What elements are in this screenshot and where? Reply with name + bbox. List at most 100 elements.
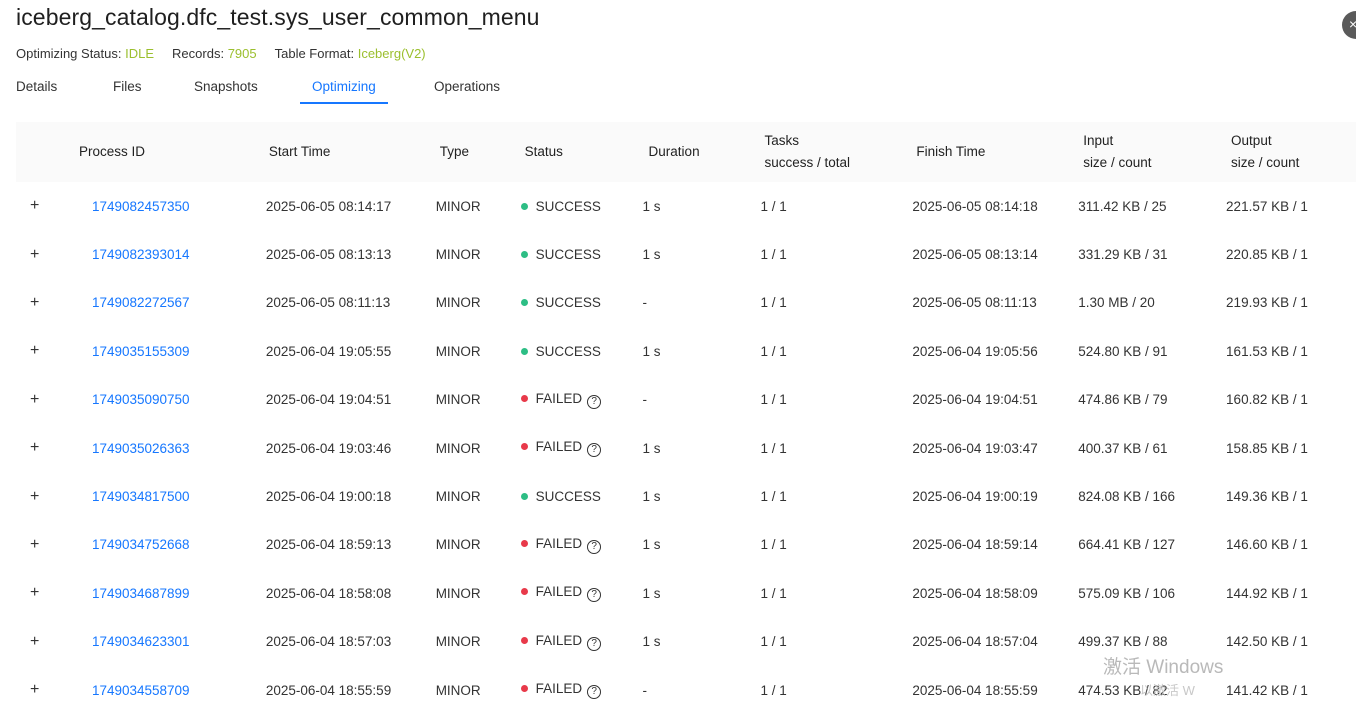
process-id-cell: 1749034817500 <box>76 472 266 520</box>
help-circle-icon[interactable]: ? <box>587 394 602 409</box>
expand-row-button[interactable]: + <box>30 536 39 553</box>
status-dot-icon <box>520 685 528 693</box>
status-dot-icon <box>520 636 528 644</box>
table-row: +1749082457350 2025-06-05 08:14:17 MINOR SU… <box>16 182 1356 230</box>
page-title: iceberg_catalog.dfc_test.sys_user_common… <box>16 4 540 30</box>
help-circle-icon[interactable]: ? <box>587 588 602 603</box>
table-row: +1749035026363 2025-06-04 19:03:46 MINOR FA… <box>16 424 1356 472</box>
process-id-link[interactable]: 1749034687899 <box>92 586 190 601</box>
help-circle-icon[interactable]: ? <box>587 539 602 554</box>
input-cell: 474.86 KB / 79 <box>1078 392 1168 408</box>
status-text: SUCCESS <box>535 198 601 214</box>
table-row: +1749082272567 2025-06-05 08:11:13 MINOR SU… <box>16 279 1356 327</box>
expand-row-button[interactable]: + <box>30 488 39 505</box>
expand-cell: + <box>16 182 76 230</box>
help-circle-icon[interactable]: ? <box>587 443 602 458</box>
process-id-link[interactable]: 1749082393014 <box>92 247 190 262</box>
col-output: Output size / count <box>1226 122 1356 182</box>
expand-row-button[interactable]: + <box>30 391 39 408</box>
type-cell: MINOR <box>435 682 481 698</box>
tab-optimizing[interactable]: Optimizing <box>300 76 388 104</box>
table-row: +1749034558709 2025-06-04 18:55:59 MINOR FA… <box>16 666 1356 712</box>
start-time-cell: 2025-06-04 18:58:08 <box>265 585 392 601</box>
expand-row-button[interactable]: + <box>30 439 39 456</box>
status-dot-icon <box>520 493 528 501</box>
duration-cell: 1 s <box>642 537 661 553</box>
process-id-link[interactable]: 1749035090750 <box>92 392 190 407</box>
output-cell: 141.42 KB / 1 <box>1226 682 1308 698</box>
start-time-cell: 2025-06-04 19:00:18 <box>265 489 392 505</box>
type-cell: MINOR <box>435 295 481 311</box>
process-id-cell: 1749035026363 <box>76 424 266 472</box>
expand-row-button[interactable]: + <box>30 246 39 263</box>
finish-time-cell: 2025-06-04 19:04:51 <box>912 392 1038 408</box>
start-time-cell: 2025-06-04 18:55:59 <box>265 682 392 698</box>
process-id-cell: 1749082272567 <box>76 279 266 327</box>
expand-cell: + <box>16 230 76 278</box>
type-cell: MINOR <box>435 634 481 650</box>
finish-time-cell: 2025-06-04 19:00:19 <box>912 489 1038 505</box>
process-id-link[interactable]: 1749082457350 <box>92 199 190 214</box>
status-text: SUCCESS <box>535 295 601 311</box>
process-id-link[interactable]: 1749035026363 <box>92 441 190 456</box>
help-circle-icon[interactable]: ? <box>587 636 602 651</box>
output-cell: 146.60 KB / 1 <box>1226 537 1308 553</box>
type-cell: MINOR <box>435 198 481 214</box>
status-cell: FAILED? <box>520 376 643 424</box>
tab-bar: Details Files Snapshots Optimizing Opera… <box>0 76 540 110</box>
meta-table-format-value: Iceberg(V2) <box>357 46 426 61</box>
meta-optimizing-status: Optimizing Status: IDLE <box>16 46 155 61</box>
tab-operations[interactable]: Operations <box>434 76 500 104</box>
expand-cell: + <box>16 569 76 617</box>
process-id-link[interactable]: 1749035155309 <box>92 344 190 359</box>
process-id-link[interactable]: 1749034558709 <box>92 683 190 698</box>
output-cell: 161.53 KB / 1 <box>1226 343 1308 359</box>
type-cell: MINOR <box>435 537 481 553</box>
process-id-link[interactable]: 1749082272567 <box>92 295 190 310</box>
process-id-cell: 1749035155309 <box>76 327 266 375</box>
expand-row-button[interactable]: + <box>30 294 39 311</box>
output-cell: 142.50 KB / 1 <box>1226 634 1308 650</box>
start-time-cell: 2025-06-05 08:11:13 <box>265 295 391 311</box>
process-id-cell: 1749082393014 <box>76 230 266 278</box>
output-cell: 220.85 KB / 1 <box>1226 247 1308 263</box>
expand-row-button[interactable]: + <box>30 633 39 650</box>
tab-snapshots[interactable]: Snapshots <box>194 76 258 104</box>
status-cell: FAILED? <box>520 666 643 712</box>
duration-cell: - <box>642 295 648 311</box>
table-row: +1749034752668 2025-06-04 18:59:13 MINOR FA… <box>16 521 1356 569</box>
help-circle-icon[interactable]: ? <box>587 685 602 700</box>
status-cell: FAILED? <box>520 521 643 569</box>
tab-details[interactable]: Details <box>16 76 57 104</box>
status-text: SUCCESS <box>535 247 601 263</box>
finish-time-cell: 2025-06-04 19:03:47 <box>912 440 1038 456</box>
expand-row-button[interactable]: + <box>30 197 39 214</box>
status-text: SUCCESS <box>535 489 601 505</box>
finish-time-cell: 2025-06-04 19:05:56 <box>912 343 1038 359</box>
col-process-id: Process ID <box>75 122 266 182</box>
input-cell: 499.37 KB / 88 <box>1078 634 1168 650</box>
table-row: +1749034623301 2025-06-04 18:57:03 MINOR FA… <box>16 618 1356 666</box>
process-id-cell: 1749034558709 <box>76 666 266 712</box>
duration-cell: 1 s <box>642 247 661 263</box>
meta-table-format: Table Format: Iceberg(V2) <box>274 46 426 61</box>
tab-files[interactable]: Files <box>113 76 142 104</box>
type-cell: MINOR <box>435 343 481 359</box>
tasks-cell: 1 / 1 <box>760 295 787 311</box>
close-panel-button[interactable]: × <box>1342 11 1356 39</box>
type-cell: MINOR <box>435 392 481 408</box>
expand-row-button[interactable]: + <box>30 342 39 359</box>
output-cell: 219.93 KB / 1 <box>1226 295 1308 311</box>
expand-cell: + <box>16 376 76 424</box>
expand-cell: + <box>16 424 76 472</box>
expand-row-button[interactable]: + <box>30 584 39 601</box>
duration-cell: 1 s <box>642 489 661 505</box>
process-id-link[interactable]: 1749034817500 <box>92 489 190 504</box>
input-cell: 400.37 KB / 61 <box>1078 440 1168 456</box>
process-id-link[interactable]: 1749034752668 <box>92 537 190 552</box>
expand-row-button[interactable]: + <box>30 681 39 698</box>
finish-time-cell: 2025-06-04 18:55:59 <box>912 682 1038 698</box>
input-cell: 664.41 KB / 127 <box>1078 537 1176 553</box>
input-cell: 824.08 KB / 166 <box>1078 489 1176 505</box>
process-id-link[interactable]: 1749034623301 <box>92 634 190 649</box>
